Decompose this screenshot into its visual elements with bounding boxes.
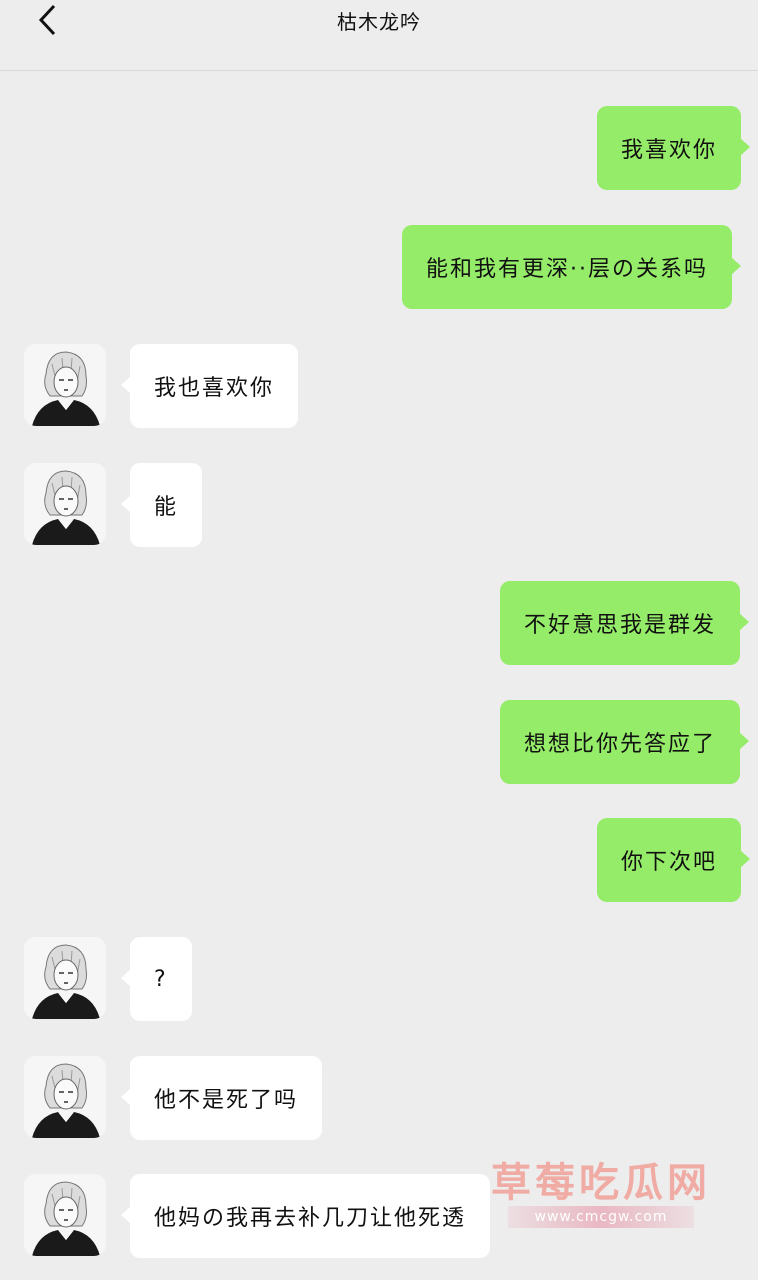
watermark-text: 草莓吃瓜网 — [491, 1160, 711, 1206]
contact-avatar[interactable] — [24, 1174, 106, 1256]
contact-avatar[interactable] — [24, 1056, 106, 1138]
incoming-message[interactable]: 他妈の我再去补几刀让他死透 — [120, 1174, 491, 1258]
outgoing-message[interactable]: 你下次吧 — [597, 818, 751, 902]
incoming-message[interactable]: ? — [121, 937, 192, 1021]
avatar-image — [24, 344, 106, 426]
contact-avatar[interactable] — [24, 463, 106, 545]
outgoing-message[interactable]: 不好意思我是群发 — [500, 581, 750, 665]
contact-avatar[interactable] — [24, 937, 106, 1019]
watermark: 草莓吃瓜网 www.cmcgw.com — [488, 1150, 714, 1240]
avatar-image — [24, 937, 106, 1019]
incoming-message[interactable]: 能 — [120, 463, 203, 547]
chat-title: 枯木龙吟 — [337, 10, 421, 34]
watermark-url: www.cmcgw.com — [508, 1206, 694, 1228]
incoming-message[interactable]: 我也喜欢你 — [120, 344, 299, 428]
avatar-image — [24, 1174, 106, 1256]
chat-header: 枯木龙吟 — [0, 0, 758, 71]
avatar-image — [24, 463, 106, 545]
outgoing-message[interactable]: 想想比你先答应了 — [500, 700, 750, 784]
incoming-message[interactable]: 他不是死了吗 — [120, 1056, 323, 1140]
outgoing-message[interactable]: 我喜欢你 — [597, 106, 751, 190]
avatar-image — [24, 1056, 106, 1138]
contact-avatar[interactable] — [24, 344, 106, 426]
outgoing-message[interactable]: 能和我有更深··层の关系吗 — [402, 225, 741, 309]
